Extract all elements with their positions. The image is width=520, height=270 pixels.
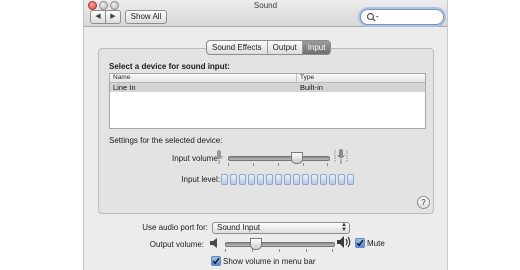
slider-tick [279, 249, 280, 252]
titlebar: Sound ◀ ▶ Show All [84, 0, 447, 27]
device-heading: Select a device for sound input: [109, 62, 230, 71]
column-header-name[interactable]: Name [113, 74, 130, 82]
microphone-low-icon [215, 150, 223, 164]
slider-tick [228, 163, 229, 166]
level-segment [320, 174, 327, 185]
audio-port-popup[interactable]: Sound Input ▲ ▼ [212, 222, 350, 234]
tab-output[interactable]: Output [268, 41, 303, 54]
mute-checkbox[interactable] [355, 238, 365, 248]
level-segment [329, 174, 336, 185]
device-name: Line In [113, 83, 136, 92]
input-volume-slider[interactable] [228, 156, 330, 161]
input-level-label: Input level: [181, 175, 220, 184]
slider-tick [332, 249, 333, 252]
device-type: Built-in [300, 83, 323, 92]
table-header: Name Type [110, 74, 425, 83]
column-header-type[interactable]: Type [300, 74, 314, 82]
level-segment [248, 174, 255, 185]
level-segment [221, 174, 228, 185]
output-volume-label: Output volume: [149, 240, 204, 249]
level-segment [230, 174, 237, 185]
help-button[interactable]: ? [417, 196, 430, 209]
search-input[interactable] [360, 9, 444, 25]
audio-port-label: Use audio port for: [142, 223, 208, 232]
slider-tick [253, 163, 254, 166]
input-volume-ticks [228, 163, 328, 167]
settings-label: Settings for the selected device: [109, 136, 223, 145]
show-all-button[interactable]: Show All [125, 10, 167, 24]
level-segment [257, 174, 264, 185]
level-segment [338, 174, 345, 185]
popup-arrows-icon: ▲ ▼ [341, 222, 347, 233]
back-button[interactable]: ◀ [90, 10, 106, 24]
tab-input[interactable]: Input [302, 41, 331, 54]
level-segment [275, 174, 282, 185]
speaker-high-icon [337, 236, 351, 248]
tab-bar: Sound Effects Output Input [206, 40, 332, 55]
microphone-high-icon [334, 149, 348, 164]
speaker-low-icon [210, 238, 217, 248]
output-volume-slider[interactable] [225, 242, 335, 247]
slider-tick [278, 163, 279, 166]
forward-button[interactable]: ▶ [105, 10, 121, 24]
show-volume-checkbox[interactable] [211, 256, 221, 266]
level-segment [239, 174, 246, 185]
checkmark-icon [356, 239, 364, 247]
checkmark-icon [212, 257, 220, 265]
slider-tick [306, 249, 307, 252]
slider-tick [327, 163, 328, 166]
level-segment [311, 174, 318, 185]
mute-label: Mute [367, 239, 385, 248]
level-segment [266, 174, 273, 185]
slider-tick [225, 249, 226, 252]
show-volume-label: Show volume in menu bar [223, 257, 316, 266]
table-row[interactable]: Line In Built-in [110, 83, 425, 92]
audio-port-value: Sound Input [217, 223, 261, 232]
output-volume-ticks [225, 249, 333, 253]
level-segment [293, 174, 300, 185]
slider-tick [303, 163, 304, 166]
sound-preferences-window: Sound ◀ ▶ Show All Sound Effects Output … [84, 0, 447, 270]
level-segment [284, 174, 291, 185]
level-segment [347, 174, 354, 185]
input-level-meter [221, 174, 354, 185]
tab-sound-effects[interactable]: Sound Effects [207, 41, 268, 54]
device-table: Name Type Line In Built-in [109, 73, 426, 129]
column-divider [296, 74, 297, 82]
input-volume-label: Input volume: [171, 154, 220, 163]
search-icon [366, 12, 379, 22]
level-segment [302, 174, 309, 185]
slider-tick [252, 249, 253, 252]
